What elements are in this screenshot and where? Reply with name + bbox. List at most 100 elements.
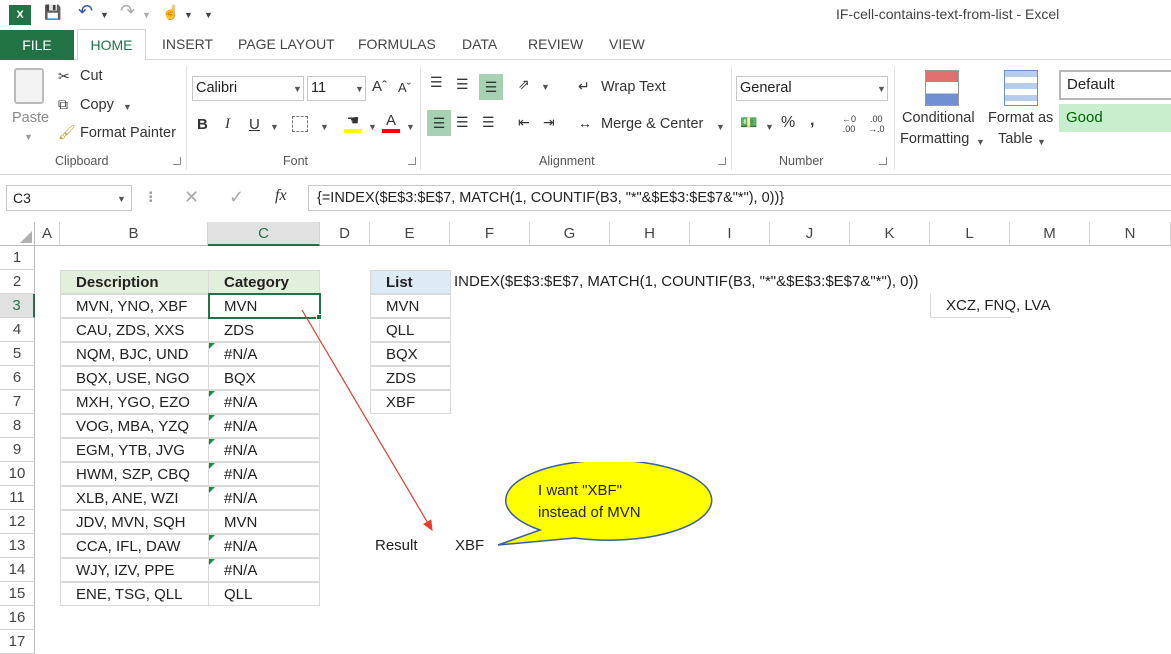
number-format-select[interactable]: General: [736, 76, 888, 101]
accounting-dropdown-icon[interactable]: ▼: [765, 122, 774, 132]
tab-home[interactable]: HOME: [77, 29, 146, 61]
paste-icon[interactable]: [14, 68, 44, 104]
orientation-dropdown-icon[interactable]: ▼: [541, 82, 550, 92]
font-launcher-icon[interactable]: [408, 157, 416, 165]
format-painter-button[interactable]: Format Painter: [80, 125, 176, 141]
fill-color-dropdown-icon[interactable]: ▼: [368, 122, 377, 132]
conditional-formatting-dropdown-icon[interactable]: ▼: [976, 137, 985, 147]
redo-dropdown-icon[interactable]: ▼: [142, 10, 151, 20]
number-format-dropdown-icon[interactable]: ▼: [877, 84, 886, 94]
underline-dropdown-icon[interactable]: ▼: [270, 122, 279, 132]
name-box[interactable]: C3: [6, 185, 132, 211]
copy-dropdown-icon[interactable]: ▼: [123, 102, 132, 112]
conditional-formatting-label-2[interactable]: Formatting: [900, 131, 969, 147]
paste-dropdown-icon[interactable]: ▼: [24, 132, 33, 142]
name-box-dropdown-icon[interactable]: ▼: [117, 194, 126, 204]
alignment-group-label: Alignment: [539, 154, 595, 168]
tab-insert[interactable]: INSERT: [162, 36, 213, 52]
touch-dropdown-icon[interactable]: ▼: [184, 10, 193, 20]
format-as-table-icon: [1004, 70, 1038, 106]
merge-center-button[interactable]: Merge & Center: [601, 116, 703, 132]
cell-style-good[interactable]: Good: [1059, 104, 1171, 132]
accounting-format-icon[interactable]: 💵: [740, 114, 757, 131]
comma-style-icon[interactable]: ,: [810, 112, 814, 130]
cell-style-default[interactable]: Default: [1059, 70, 1171, 100]
italic-icon[interactable]: I: [225, 116, 230, 133]
wrap-text-button[interactable]: Wrap Text: [601, 79, 666, 95]
font-color-icon[interactable]: A: [382, 112, 400, 133]
percent-icon[interactable]: %: [781, 114, 795, 132]
decrease-indent-icon[interactable]: ⇤: [518, 114, 530, 131]
title-bar: X 💾 ↶ ▼ ↷ ▼ ☝ ▼ ▼ IF-cell-contains-text-…: [0, 0, 1171, 30]
center-icon[interactable]: ☰: [456, 114, 469, 131]
number-group-label: Number: [779, 154, 824, 168]
cut-icon: ✂: [58, 68, 70, 84]
conditional-formatting-icon: [925, 70, 959, 106]
tab-page-layout[interactable]: PAGE LAYOUT: [238, 36, 335, 52]
align-left-icon[interactable]: ☰: [427, 110, 451, 136]
font-name-dropdown-icon[interactable]: ▼: [293, 84, 302, 94]
cancel-icon[interactable]: ✕: [184, 187, 199, 208]
wrap-text-icon: ↵: [578, 78, 590, 94]
middle-align-icon[interactable]: ☰: [456, 76, 469, 93]
font-name-select[interactable]: Calibri: [192, 76, 304, 101]
copy-button[interactable]: Copy: [80, 97, 114, 113]
font-group-label: Font: [283, 154, 309, 168]
font-color-dropdown-icon[interactable]: ▼: [406, 122, 415, 132]
clipboard-launcher-icon[interactable]: [173, 157, 181, 165]
tab-formulas[interactable]: FORMULAS: [358, 36, 436, 52]
undo-dropdown-icon[interactable]: ▼: [100, 10, 109, 20]
merge-center-icon: ↔: [578, 115, 592, 131]
worksheet-grid[interactable]: A B C D E F G H I J K L M N 1 2 3 4 5 6 …: [0, 222, 1171, 654]
customize-qat-icon[interactable]: ▼: [204, 10, 213, 20]
enter-icon[interactable]: ✓: [229, 187, 244, 208]
redo-icon[interactable]: ↷: [120, 1, 135, 22]
increase-indent-icon[interactable]: ⇥: [543, 114, 555, 131]
tab-file[interactable]: FILE: [0, 30, 74, 60]
clipboard-group-label: Clipboard: [55, 154, 109, 168]
increase-decimal-icon[interactable]: ←0.00: [842, 114, 856, 134]
copy-icon: ⧉: [58, 96, 68, 112]
alignment-launcher-icon[interactable]: [718, 157, 726, 165]
orientation-icon[interactable]: ⇗: [518, 76, 530, 93]
fill-color-icon[interactable]: ☚: [344, 112, 362, 133]
merge-dropdown-icon[interactable]: ▼: [716, 122, 725, 132]
callout-text-line-1: I want "XBF": [538, 482, 623, 499]
tab-data[interactable]: DATA: [462, 36, 497, 52]
grow-font-icon[interactable]: Aˆ: [372, 78, 387, 95]
insert-function-icon[interactable]: fx: [275, 187, 287, 205]
format-as-table-label-2[interactable]: Table: [998, 131, 1033, 147]
format-as-table-label-1[interactable]: Format as: [988, 110, 1053, 126]
borders-dropdown-icon[interactable]: ▼: [320, 122, 329, 132]
ribbon: Paste ▼ ✂ Cut ⧉ Copy ▼ 🖌 Format Painter …: [0, 60, 1171, 175]
save-icon[interactable]: 💾: [44, 4, 61, 21]
borders-icon[interactable]: [292, 116, 308, 132]
font-size-dropdown-icon[interactable]: ▼: [355, 84, 364, 94]
bold-icon[interactable]: B: [197, 116, 208, 133]
callout-text-line-2: instead of MVN: [538, 504, 641, 521]
group-separator: [731, 66, 732, 170]
paste-button[interactable]: Paste: [12, 110, 49, 126]
excel-logo-icon: X: [9, 5, 31, 25]
tab-view[interactable]: VIEW: [609, 36, 645, 52]
format-as-table-dropdown-icon[interactable]: ▼: [1037, 137, 1046, 147]
window-title: IF-cell-contains-text-from-list - Excel: [836, 6, 1060, 22]
format-painter-icon: 🖌: [58, 124, 76, 140]
touch-mode-icon[interactable]: ☝: [162, 4, 179, 21]
formula-bar: C3 ▼ • • • ✕ ✓ fx {=INDEX($E$3:$E$7, MATCH…: [0, 182, 1171, 212]
align-right-icon[interactable]: ☰: [482, 114, 495, 131]
decrease-decimal-icon[interactable]: .00 →.0: [868, 114, 885, 134]
top-align-icon[interactable]: ☰: [430, 74, 443, 91]
annotation-arrow: [301, 309, 433, 532]
number-launcher-icon[interactable]: [879, 157, 887, 165]
underline-icon[interactable]: U: [249, 116, 260, 133]
formula-input[interactable]: {=INDEX($E$3:$E$7, MATCH(1, COUNTIF(B3, …: [308, 185, 1171, 211]
group-separator: [186, 66, 187, 170]
cut-button[interactable]: Cut: [80, 68, 103, 84]
group-separator: [894, 66, 895, 170]
conditional-formatting-label-1[interactable]: Conditional: [902, 110, 975, 126]
bottom-align-icon[interactable]: ☰: [479, 74, 503, 100]
shrink-font-icon[interactable]: Aˇ: [398, 80, 411, 95]
undo-icon[interactable]: ↶: [78, 1, 93, 22]
tab-review[interactable]: REVIEW: [528, 36, 583, 52]
